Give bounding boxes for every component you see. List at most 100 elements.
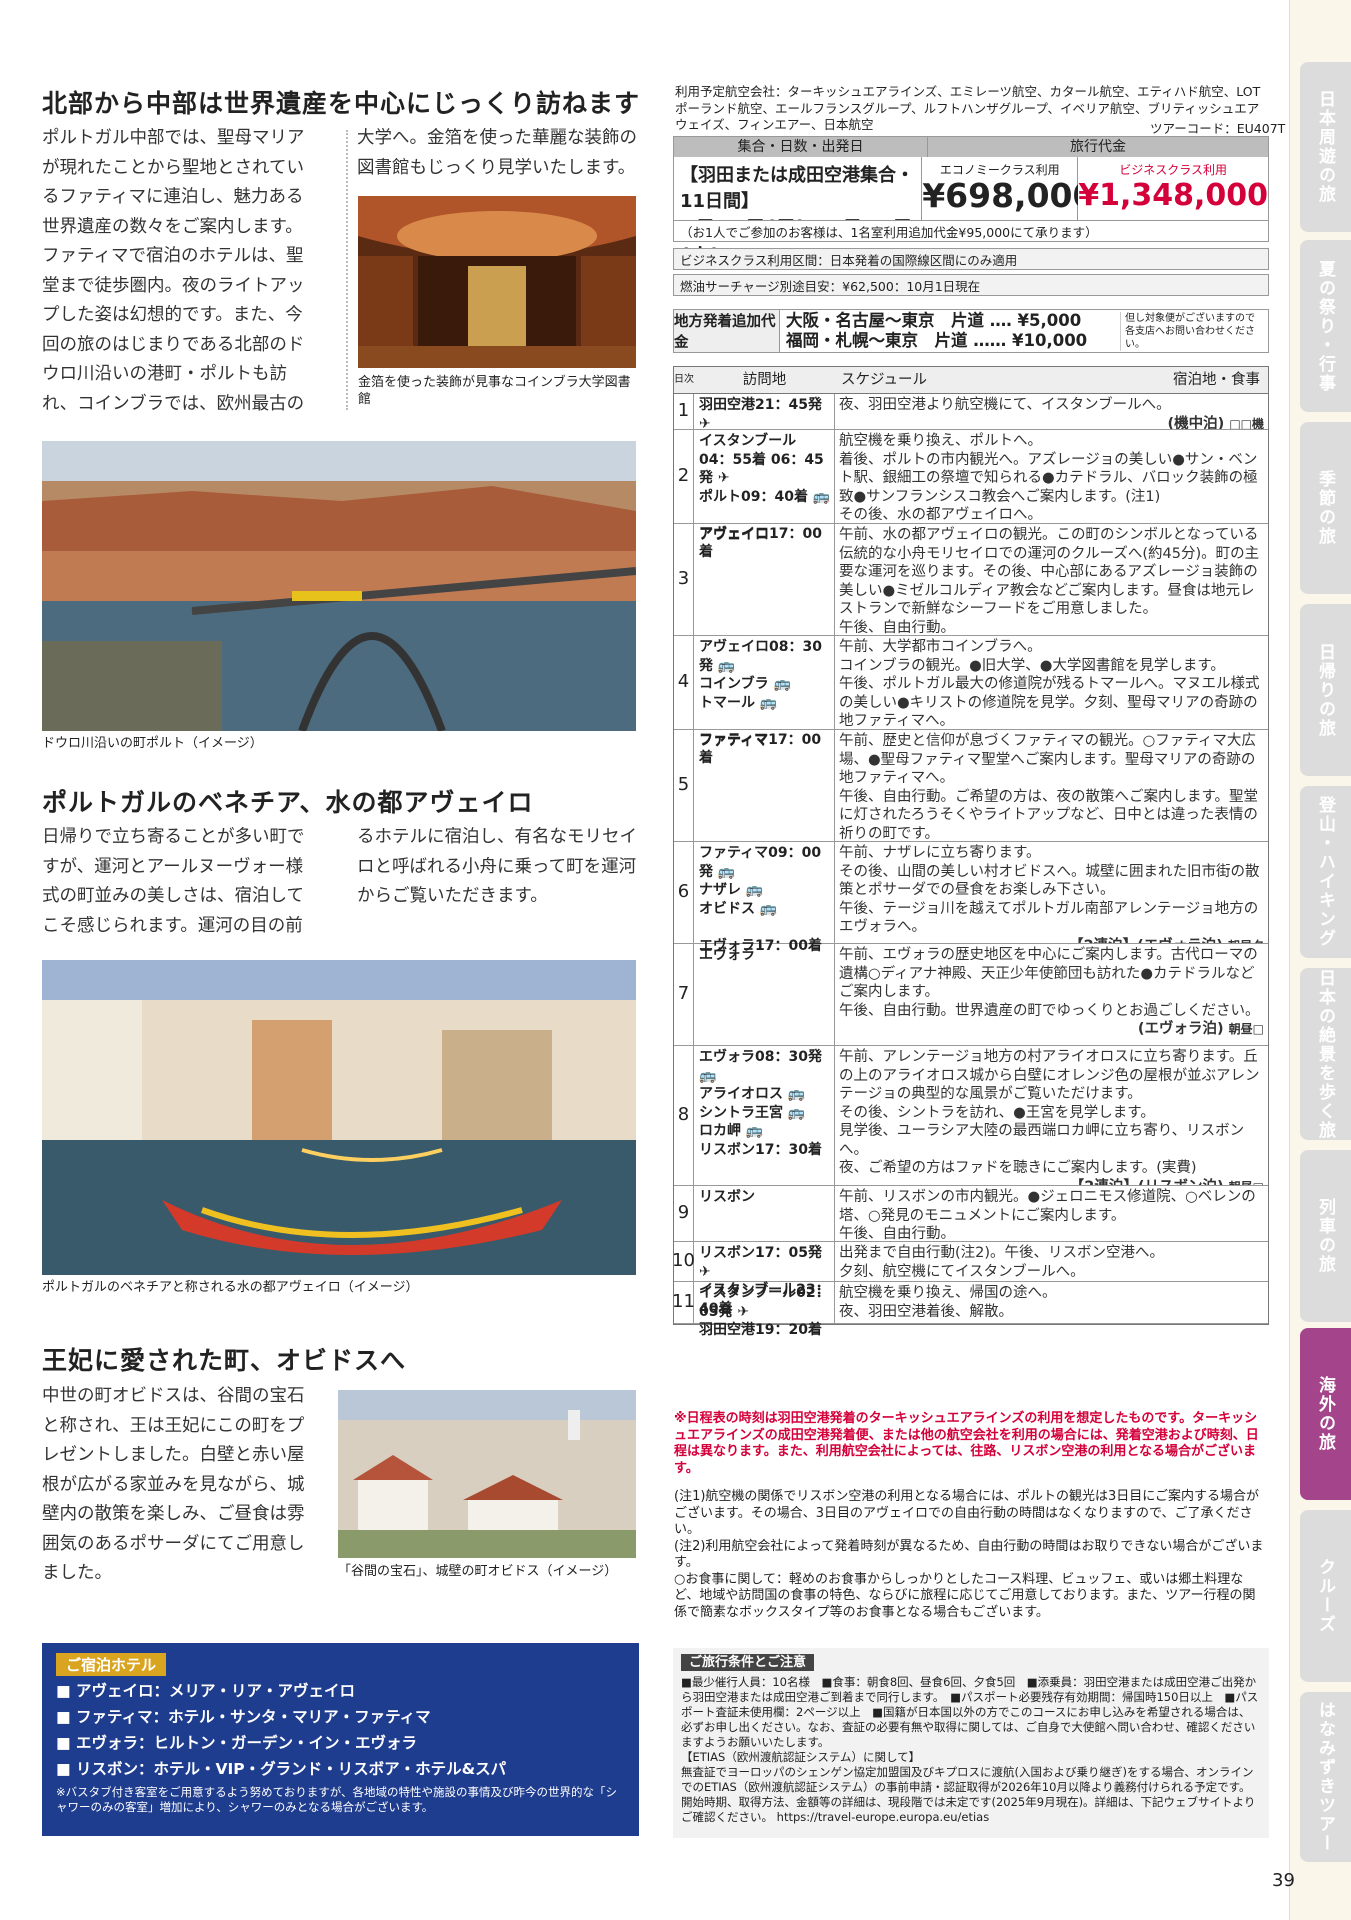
category-tab[interactable]: 日本の絶景を歩く旅 xyxy=(1300,968,1351,1140)
local-fee-1: 大阪・名古屋～東京 片道 ‥‥ ¥5,000 xyxy=(786,311,1082,330)
hotel-list: ■ アヴェイロ：メリア・リア・アヴェイロ ■ ファティマ：ホテル・サンタ・マリア… xyxy=(56,1678,625,1782)
schedule-place: アヴェイロ xyxy=(694,524,835,635)
schedule-row: 8 エヴォラ08：30発 🚌 アライオロス 🚌 シントラ王宮 🚌 ロカ岬 🚌 リス… xyxy=(674,1046,1268,1186)
divider xyxy=(346,130,348,410)
schedule-text: 出発まで自由行動(注2)。午後、リスボン空港へ。 夕刻、航空機にてイスタンブール… xyxy=(839,1245,1165,1280)
schedule-place: リスボン17：05発 ✈ イスタンブール23：40着 xyxy=(694,1242,835,1317)
schedule-row: 6 ファティマ09：00発 🚌 ナザレ 🚌 オビドス 🚌 エヴォラ17：00着 午前… xyxy=(674,842,1268,954)
schedule-row: 2 イスタンブール 04：55着 06：45発 ✈ ポルト09：40着 🚌 アヴェ… xyxy=(674,430,1268,560)
schedule-meals: 朝昼□ xyxy=(1228,1022,1264,1036)
section-text-north-2: 大学へ。金箔を使った華麗な装飾の図書館もじっくり見学いたします。 xyxy=(357,128,637,178)
schedule-place: アヴェイロ08：30発 🚌 コインブラ 🚌 トマール 🚌 ファティマ17：00着 xyxy=(694,636,835,766)
local-fee-row: 地方発着追加代金 大阪・名古屋～東京 片道 ‥‥ ¥5,000 福岡・札幌～東京… xyxy=(673,309,1269,353)
schedule-text: 午前、大学都市コインブラへ。 コインブラの観光。●旧大学、●大学図書館を見学しま… xyxy=(839,639,1260,729)
category-tab[interactable]: 日本周遊の旅 xyxy=(1300,62,1351,232)
schedule-day: 4 xyxy=(674,636,694,729)
schedule-row: 3 アヴェイロ 午前、水の都アヴェイロの観光。この町のシンボルとなっている伝統的な小… xyxy=(674,524,1268,636)
local-fee-label: 地方発着追加代金 xyxy=(674,310,780,352)
schedule-head-stay: 宿泊地・食事 xyxy=(1173,371,1260,388)
schedule-row: 9 リスボン 午前、リスボンの市内観光。●ジェロニモス修道院、○ベレンの塔、○発見の… xyxy=(674,1186,1268,1242)
schedule-text: 午前、水の都アヴェイロの観光。この町のシンボルとなっている伝統的な小舟モリセイロ… xyxy=(839,527,1260,635)
hotel-title: ご宿泊ホテル xyxy=(56,1653,167,1676)
schedule-table: 日次 訪問地 スケジュール 宿泊地・食事 1 羽田空港21：45発 ✈ 夜、羽田空港… xyxy=(672,366,1269,1338)
meet-info: 【羽田または成田空港集合・11日間】 xyxy=(680,165,914,212)
aveiro-photo xyxy=(42,960,636,1275)
obidos-caption: 「谷間の宝石」、城壁の町オビドス（イメージ） xyxy=(338,1564,618,1579)
info-row: ビジネスクラス利用区間：日本発着の国際線区間にのみ適用 xyxy=(673,248,1269,270)
schedule-day: 7 xyxy=(674,944,694,1045)
hotel-note: ※バスタブ付き客室をご用意するよう努めておりますが、各地域の特性や施設の事情及び… xyxy=(56,1785,618,1814)
schedule-day: 11 xyxy=(672,1282,695,1323)
aveiro-caption: ポルトガルのベネチアと称される水の都アヴェイロ（イメージ） xyxy=(42,1280,419,1295)
schedule-text: 航空機を乗り換え、ポルトへ。 着後、ポルトの市内観光へ。アズレージョの美しい●サ… xyxy=(839,433,1258,523)
schedule-day: 1 xyxy=(674,394,694,429)
local-fee-note: 但し対象便がございますので各支店へお問い合わせください。 xyxy=(1120,311,1268,351)
porto-caption: ドウロ川沿いの町ポルト（イメージ） xyxy=(42,736,263,751)
schedule-text: 航空機を乗り換え、帰国の途へ。 夜、羽田空港着後、解散。 xyxy=(839,1285,1057,1320)
conditions-text: ■最少催行人員：10名様 ■食事：朝食8回、昼食6回、夕食5回 ■添乗員：羽田空… xyxy=(681,1675,1259,1824)
category-tab[interactable]: 海外の旅 xyxy=(1300,1328,1351,1500)
schedule-head-day: 日次 xyxy=(674,373,694,385)
porto-photo xyxy=(42,441,636,731)
schedule-place: ファティマ xyxy=(694,730,835,841)
section-text-aveiro-2: るホテルに宿泊し、有名なモリセイロと呼ばれる小舟に乗って町を運河からご覧いただき… xyxy=(357,827,637,906)
schedule-day: 5 xyxy=(674,730,694,841)
schedule-place: イスタンブール02：05発 ✈ 羽田空港19：20着 xyxy=(694,1282,835,1338)
schedule-row: 5 ファティマ 午前、歴史と信仰が息づくファティマの観光。○ファティマ大広場、●聖母… xyxy=(674,730,1268,842)
schedule-stay: 【2連泊】(リスボン泊) xyxy=(1070,1179,1229,1186)
conditions-title: ご旅行条件とご注意 xyxy=(681,1654,815,1671)
schedule-head-place: 訪問地 xyxy=(742,371,787,388)
section-title-obidos: 王妃に愛された町、オビドスへ xyxy=(42,1346,407,1375)
red-note: ※日程表の時刻は羽田空港発着のターキッシュエアラインズの利用を想定したものです。… xyxy=(674,1411,1259,1476)
category-tab[interactable]: 列車の旅 xyxy=(1300,1150,1351,1322)
schedule-day: 10 xyxy=(672,1242,695,1281)
schedule-row: 11 イスタンブール02：05発 ✈ 羽田空港19：20着 航空機を乗り換え、帰国の… xyxy=(672,1282,1268,1338)
schedule-text: 午前、歴史と信仰が息づくファティマの観光。○ファティマ大広場、●聖母ファティマ聖… xyxy=(839,733,1259,841)
schedule-text: 夜、羽田空港より航空機にて、イスタンブールへ。 xyxy=(839,397,1171,413)
schedule-meals: 朝昼夕 xyxy=(1228,939,1264,944)
conditions-box: ご旅行条件とご注意 ■最少催行人員：10名様 ■食事：朝食8回、昼食6回、夕食5… xyxy=(673,1648,1269,1838)
local-fee-2: 福岡・札幌～東京 片道 ‥‥‥ ¥10,000 xyxy=(786,331,1088,350)
hotel-item: ■ リスボン：ホテル・VIP・グランド・リスボア・ホテル&スパ xyxy=(56,1760,507,1778)
schedule-text: 午前、リスボンの市内観光。●ジェロニモス修道院、○ベレンの塔、○発見のモニュメン… xyxy=(839,1189,1256,1241)
schedule-meals: □□機 xyxy=(1229,416,1264,430)
notes: (注1)航空機の関係でリスボン空港の利用となる場合には、ポルトの観光は3日目にご… xyxy=(674,1489,1264,1620)
schedule-text: 午前、ナザレに立ち寄ります。 その後、山間の美しい村オビドスへ。城壁に囲まれた旧… xyxy=(839,845,1260,935)
library-photo xyxy=(358,196,636,368)
schedule-place: エヴォラ xyxy=(694,944,835,1045)
business-price: ¥1,348,000 xyxy=(1078,178,1268,213)
category-tab[interactable]: 登山・ハイキング xyxy=(1300,786,1351,958)
obidos-photo xyxy=(338,1390,636,1558)
schedule-day: 8 xyxy=(674,1046,694,1185)
section-title-aveiro: ポルトガルのベネチア、水の都アヴェイロ xyxy=(42,788,534,817)
schedule-place: イスタンブール 04：55着 06：45発 ✈ ポルト09：40着 🚌 アヴェイ… xyxy=(694,430,835,560)
category-tab[interactable]: 季節の旅 xyxy=(1300,422,1351,594)
schedule-place: エヴォラ08：30発 🚌 アライオロス 🚌 シントラ王宮 🚌 ロカ岬 🚌 リスボ… xyxy=(694,1046,835,1185)
category-tab[interactable]: 夏の祭り・行事 xyxy=(1300,240,1351,412)
section-text-aveiro-1: 日帰りで立ち寄ることが多い町ですが、運河とアールヌーヴォー様式の町並みの美しさは… xyxy=(42,827,305,936)
price-head-right: 旅行代金 xyxy=(1070,139,1126,155)
section-text-north-1: ポルトガル中部では、聖母マリアが現れたことから聖地とされているファティマに連泊し… xyxy=(42,128,305,414)
schedule-stay: 【2連泊】(エヴォラ泊) xyxy=(1069,938,1228,944)
info-row: （お1人でご参加のお客様は、1名室利用追加代金¥95,000にて承ります） xyxy=(673,220,1269,242)
schedule-place: リスボン xyxy=(694,1186,835,1241)
schedule-day: 9 xyxy=(674,1186,694,1241)
schedule-stay: (機中泊) xyxy=(1167,415,1230,430)
schedule-day: 2 xyxy=(674,430,694,523)
economy-price: ¥698,000 xyxy=(922,176,1096,215)
category-tab[interactable]: 日帰りの旅 xyxy=(1300,604,1351,776)
schedule-day: 3 xyxy=(674,524,694,635)
schedule-row: 7 エヴォラ 午前、エヴォラの歴史地区を中心にご案内します。古代ローマの遺構○ディア… xyxy=(674,944,1268,1046)
schedule-place: ファティマ09：00発 🚌 ナザレ 🚌 オビドス 🚌 エヴォラ17：00着 xyxy=(694,842,835,954)
schedule-place: 羽田空港21：45発 ✈ xyxy=(694,394,835,432)
schedule-row: 4 アヴェイロ08：30発 🚌 コインブラ 🚌 トマール 🚌 ファティマ17：00… xyxy=(674,636,1268,766)
business-label: ビジネスクラス利用 xyxy=(1119,163,1227,177)
schedule-row: 10 リスボン17：05発 ✈ イスタンブール23：40着 出発まで自由行動(注2)… xyxy=(672,1242,1268,1317)
tour-code: ツアーコード：EU407T xyxy=(1150,121,1286,136)
hotel-box: ご宿泊ホテル ■ アヴェイロ：メリア・リア・アヴェイロ ■ ファティマ：ホテル・… xyxy=(42,1643,639,1836)
schedule-meals: 朝昼□ xyxy=(1229,1180,1264,1186)
info-row: 燃油サーチャージ別途目安：¥62,500：10月1日現在 xyxy=(673,274,1269,296)
schedule-text: 午前、エヴォラの歴史地区を中心にご案内します。古代ローマの遺構○ディアナ神殿、天… xyxy=(839,947,1260,1019)
category-tab[interactable]: はなみずきツアー xyxy=(1300,1692,1351,1862)
category-tab[interactable]: クルーズ xyxy=(1300,1510,1351,1682)
